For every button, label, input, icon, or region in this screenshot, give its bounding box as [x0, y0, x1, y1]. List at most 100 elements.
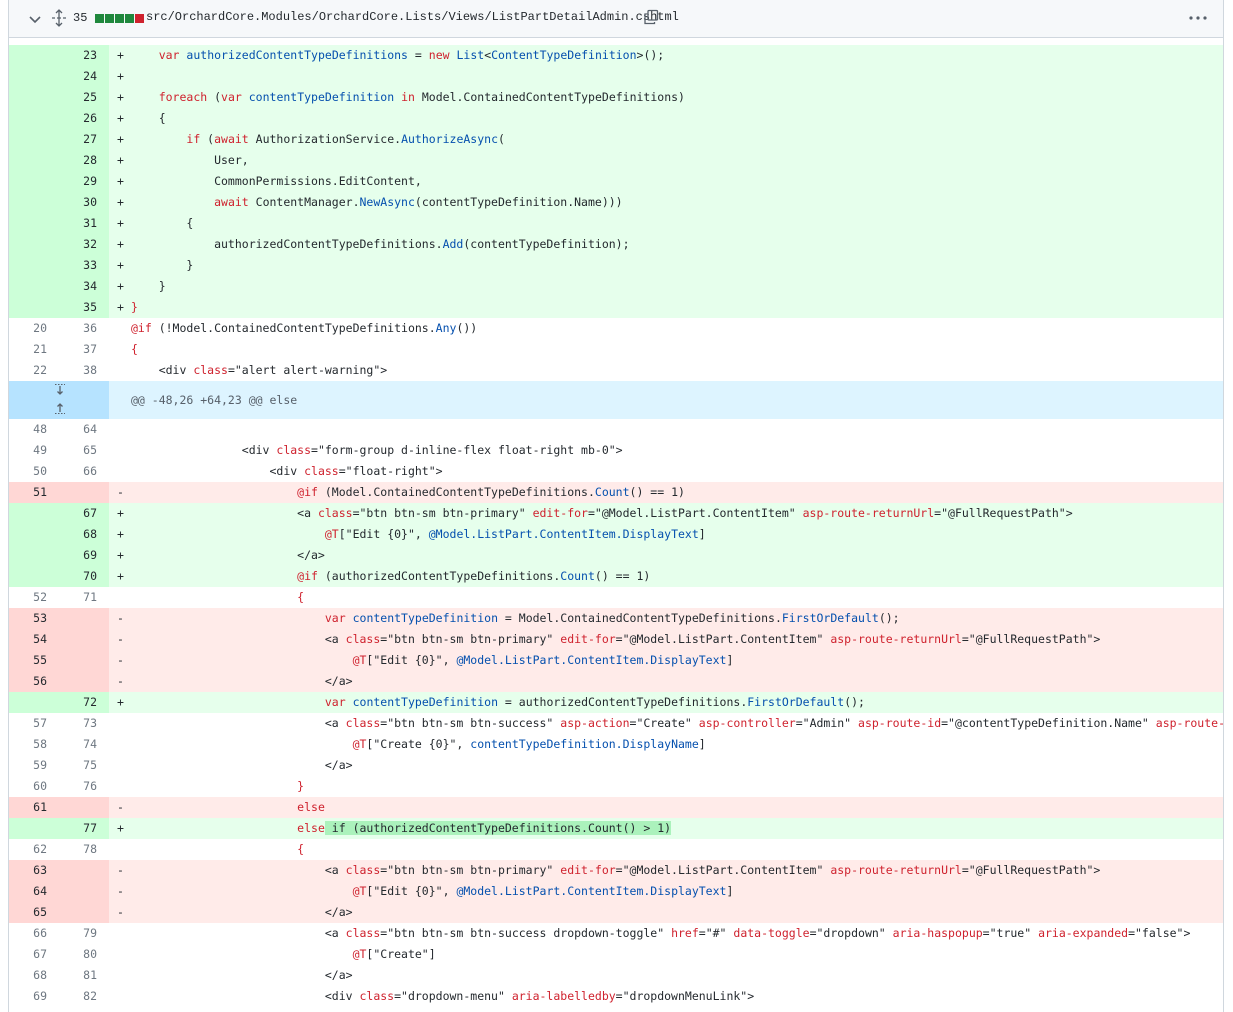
new-line-number[interactable]: 25 [59, 87, 109, 108]
old-line-number[interactable] [9, 255, 59, 276]
old-line-number[interactable]: 50 [9, 461, 59, 482]
new-line-number[interactable]: 71 [59, 587, 109, 608]
new-line-number[interactable]: 78 [59, 839, 109, 860]
old-line-number[interactable]: 48 [9, 419, 59, 440]
old-line-number[interactable] [9, 276, 59, 297]
old-line-number[interactable] [9, 45, 59, 66]
file-path[interactable]: src/OrchardCore.Modules/OrchardCore.List… [146, 10, 679, 24]
new-line-number[interactable] [59, 902, 109, 923]
old-line-number[interactable]: 59 [9, 755, 59, 776]
new-line-number[interactable]: 38 [59, 360, 109, 381]
old-line-number[interactable] [9, 150, 59, 171]
old-line-number[interactable] [9, 524, 59, 545]
new-line-number[interactable]: 69 [59, 545, 109, 566]
new-line-number[interactable]: 74 [59, 734, 109, 755]
new-line-number[interactable]: 66 [59, 461, 109, 482]
new-line-number[interactable]: 67 [59, 503, 109, 524]
new-line-number[interactable] [59, 881, 109, 902]
old-line-number[interactable] [9, 87, 59, 108]
old-line-number[interactable]: 66 [9, 923, 59, 944]
new-line-number[interactable]: 26 [59, 108, 109, 129]
new-line-number[interactable]: 32 [59, 234, 109, 255]
old-line-number[interactable] [9, 297, 59, 318]
new-line-number[interactable]: 24 [59, 66, 109, 87]
kebab-horizontal-icon[interactable] [1187, 10, 1209, 26]
old-line-number[interactable]: 61 [9, 797, 59, 818]
old-line-number[interactable]: 63 [9, 860, 59, 881]
old-line-number[interactable] [9, 503, 59, 524]
old-line-number[interactable]: 21 [9, 339, 59, 360]
new-line-number[interactable]: 23 [59, 45, 109, 66]
old-line-number[interactable]: 65 [9, 902, 59, 923]
old-line-number[interactable] [9, 234, 59, 255]
old-line-number[interactable] [9, 108, 59, 129]
new-line-number[interactable]: 65 [59, 440, 109, 461]
new-line-number[interactable]: 36 [59, 318, 109, 339]
code-token: ( [207, 90, 222, 104]
expand-down-icon[interactable] [53, 383, 67, 397]
old-line-number[interactable] [9, 171, 59, 192]
old-line-number[interactable] [9, 566, 59, 587]
old-line-number[interactable]: 58 [9, 734, 59, 755]
new-line-number[interactable]: 81 [59, 965, 109, 986]
new-line-number[interactable]: 68 [59, 524, 109, 545]
old-line-number[interactable] [9, 192, 59, 213]
new-line-number[interactable]: 34 [59, 276, 109, 297]
old-line-number[interactable]: 54 [9, 629, 59, 650]
unfold-icon[interactable] [51, 9, 67, 27]
new-line-number[interactable] [59, 482, 109, 503]
diff-line-ctx: 49 65 <div class="form-group d-inline-fle… [9, 440, 1223, 461]
old-line-number[interactable] [9, 692, 59, 713]
old-line-number[interactable]: 49 [9, 440, 59, 461]
old-line-number[interactable]: 62 [9, 839, 59, 860]
expand-up-icon[interactable] [53, 401, 67, 415]
old-line-number[interactable]: 56 [9, 671, 59, 692]
old-line-number[interactable] [9, 66, 59, 87]
new-line-number[interactable] [59, 860, 109, 881]
new-line-number[interactable] [59, 650, 109, 671]
new-line-number[interactable]: 35 [59, 297, 109, 318]
old-line-number[interactable] [9, 213, 59, 234]
old-line-number[interactable]: 67 [9, 944, 59, 965]
old-line-number[interactable]: 53 [9, 608, 59, 629]
old-line-number[interactable]: 57 [9, 713, 59, 734]
new-line-number[interactable]: 73 [59, 713, 109, 734]
old-line-number[interactable]: 22 [9, 360, 59, 381]
old-line-number[interactable]: 64 [9, 881, 59, 902]
new-line-number[interactable]: 76 [59, 776, 109, 797]
old-line-number[interactable]: 51 [9, 482, 59, 503]
old-line-number[interactable]: 68 [9, 965, 59, 986]
new-line-number[interactable]: 77 [59, 818, 109, 839]
new-line-number[interactable]: 31 [59, 213, 109, 234]
old-line-number[interactable]: 52 [9, 587, 59, 608]
new-line-number[interactable]: 70 [59, 566, 109, 587]
chevron-down-icon[interactable] [27, 11, 43, 27]
old-line-number[interactable]: 69 [9, 986, 59, 1007]
new-line-number[interactable]: 79 [59, 923, 109, 944]
new-line-number[interactable]: 28 [59, 150, 109, 171]
new-line-number[interactable]: 72 [59, 692, 109, 713]
old-line-number[interactable]: 55 [9, 650, 59, 671]
code-line: if (await AuthorizationService.Authorize… [131, 129, 1223, 150]
old-line-number[interactable]: 20 [9, 318, 59, 339]
hunk-expand-gutter[interactable] [9, 381, 109, 419]
new-line-number[interactable] [59, 671, 109, 692]
new-line-number[interactable]: 82 [59, 986, 109, 1007]
new-line-number[interactable]: 37 [59, 339, 109, 360]
old-line-number[interactable] [9, 818, 59, 839]
new-line-number[interactable]: 29 [59, 171, 109, 192]
old-line-number[interactable]: 60 [9, 776, 59, 797]
new-line-number[interactable]: 33 [59, 255, 109, 276]
code-line: @T["Edit {0}", @Model.ListPart.ContentIt… [131, 881, 1223, 902]
old-line-number[interactable] [9, 545, 59, 566]
old-line-number[interactable] [9, 129, 59, 150]
copy-icon[interactable] [643, 9, 659, 25]
new-line-number[interactable]: 75 [59, 755, 109, 776]
new-line-number[interactable]: 30 [59, 192, 109, 213]
new-line-number[interactable]: 64 [59, 419, 109, 440]
new-line-number[interactable] [59, 608, 109, 629]
new-line-number[interactable]: 80 [59, 944, 109, 965]
new-line-number[interactable]: 27 [59, 129, 109, 150]
new-line-number[interactable] [59, 797, 109, 818]
new-line-number[interactable] [59, 629, 109, 650]
